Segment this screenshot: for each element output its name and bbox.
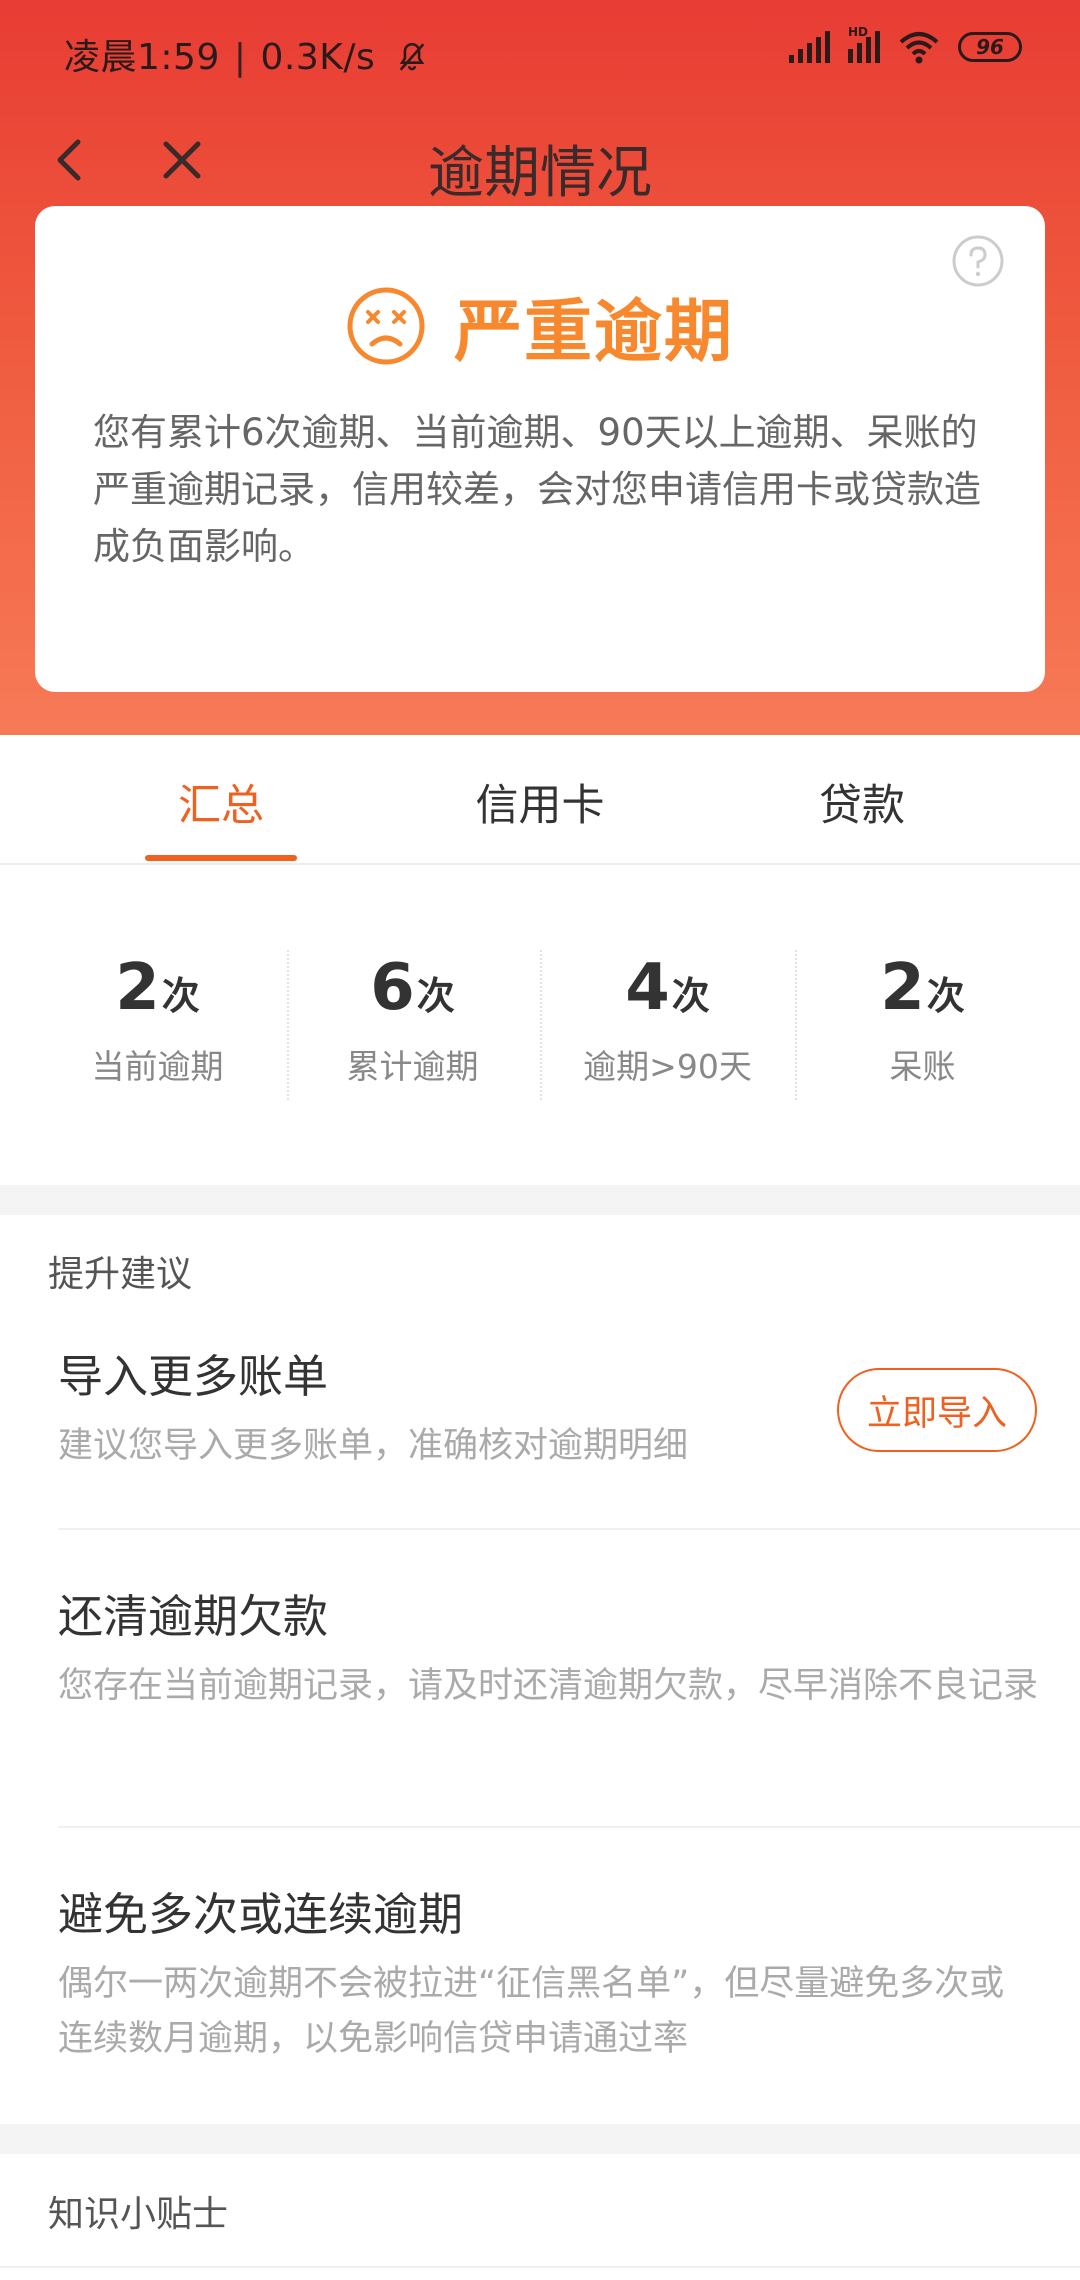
stats-panel: 2次 当前逾期 6次 累计逾期 4次 逾期>90天 2次 呆账 (0, 870, 1080, 1185)
sad-face-icon (347, 287, 425, 364)
stat-label: 累计逾期 (346, 1047, 479, 1086)
nav-bar: 逾期情况 (0, 110, 1080, 210)
status-separator: | (233, 37, 247, 78)
suggestion-avoid-overdue: 避免多次或连续逾期 偶尔一两次逾期不会被拉进“征信黑名单”，但尽量避免多次或连续… (58, 1878, 1080, 2067)
status-left: 凌晨1:59 | 0.3K/s (64, 28, 429, 80)
suggestion-title: 还清逾期欠款 (58, 1590, 329, 1643)
stat-label: 呆账 (889, 1047, 956, 1086)
tab-loan[interactable]: 贷款 (742, 771, 982, 833)
severity-header: 严重逾期 (35, 276, 1045, 375)
stat-bad-debt: 2次 呆账 (795, 950, 1050, 1088)
tab-credit-card[interactable]: 信用卡 (420, 771, 660, 833)
stat-label: 当前逾期 (91, 1047, 224, 1086)
divider (58, 1826, 1080, 1828)
section-gap (0, 2124, 1080, 2154)
stat-value: 2 (115, 951, 160, 1025)
suggestion-desc: 偶尔一两次逾期不会被拉进“征信黑名单”，但尽量避免多次或连续数月逾期，以免影响信… (58, 1964, 1005, 2059)
suggestions-section-title: 提升建议 (48, 1254, 193, 1295)
stat-value: 2 (880, 951, 925, 1025)
section-gap (0, 1185, 1080, 1215)
tab-bar: 汇总 信用卡 贷款 (0, 735, 1080, 865)
summary-card: 严重逾期 您有累计6次逾期、当前逾期、90天以上逾期、呆账的严重逾期记录，信用较… (35, 206, 1045, 692)
stat-unit: 次 (161, 974, 200, 1018)
suggestion-title: 避免多次或连续逾期 (58, 1888, 464, 1941)
hd-signal-icon: HD (848, 25, 880, 63)
stat-total-overdue: 6次 累计逾期 (285, 950, 540, 1088)
page-title: 逾期情况 (428, 141, 652, 206)
suggestion-desc: 您存在当前逾期记录，请及时还清逾期欠款，尽早消除不良记录 (58, 1666, 1039, 1706)
import-now-button[interactable]: 立即导入 (837, 1368, 1037, 1452)
tips-section-title: 知识小贴士 (48, 2194, 229, 2235)
status-time: 凌晨1:59 (64, 37, 220, 78)
stat-label: 逾期>90天 (583, 1047, 752, 1086)
stat-unit: 次 (416, 974, 455, 1018)
active-tab-indicator (145, 855, 297, 861)
stat-unit: 次 (926, 974, 965, 1018)
network-speed: 0.3K/s (260, 37, 376, 78)
divider (58, 1528, 1080, 1530)
stat-value: 4 (625, 951, 670, 1025)
status-bar: 凌晨1:59 | 0.3K/s HD 96 (0, 0, 1080, 100)
bell-off-icon (399, 42, 425, 71)
severity-description: 您有累计6次逾期、当前逾期、90天以上逾期、呆账的严重逾期记录，信用较差，会对您… (93, 411, 981, 568)
hd-label: HD (848, 25, 869, 39)
tab-summary[interactable]: 汇总 (101, 771, 341, 833)
stat-overdue-90-days: 4次 逾期>90天 (540, 950, 795, 1088)
divider (0, 2266, 1080, 2268)
stat-value: 6 (370, 951, 415, 1025)
battery-icon: 96 (958, 32, 1022, 62)
stat-unit: 次 (671, 974, 710, 1018)
wifi-icon (899, 32, 939, 64)
signal-icon (789, 31, 830, 63)
stat-current-overdue: 2次 当前逾期 (30, 950, 285, 1088)
suggestion-repay-debt: 还清逾期欠款 您存在当前逾期记录，请及时还清逾期欠款，尽早消除不良记录 (58, 1580, 1080, 1714)
severity-title: 严重逾期 (453, 293, 734, 372)
status-right: HD 96 (789, 25, 1022, 64)
